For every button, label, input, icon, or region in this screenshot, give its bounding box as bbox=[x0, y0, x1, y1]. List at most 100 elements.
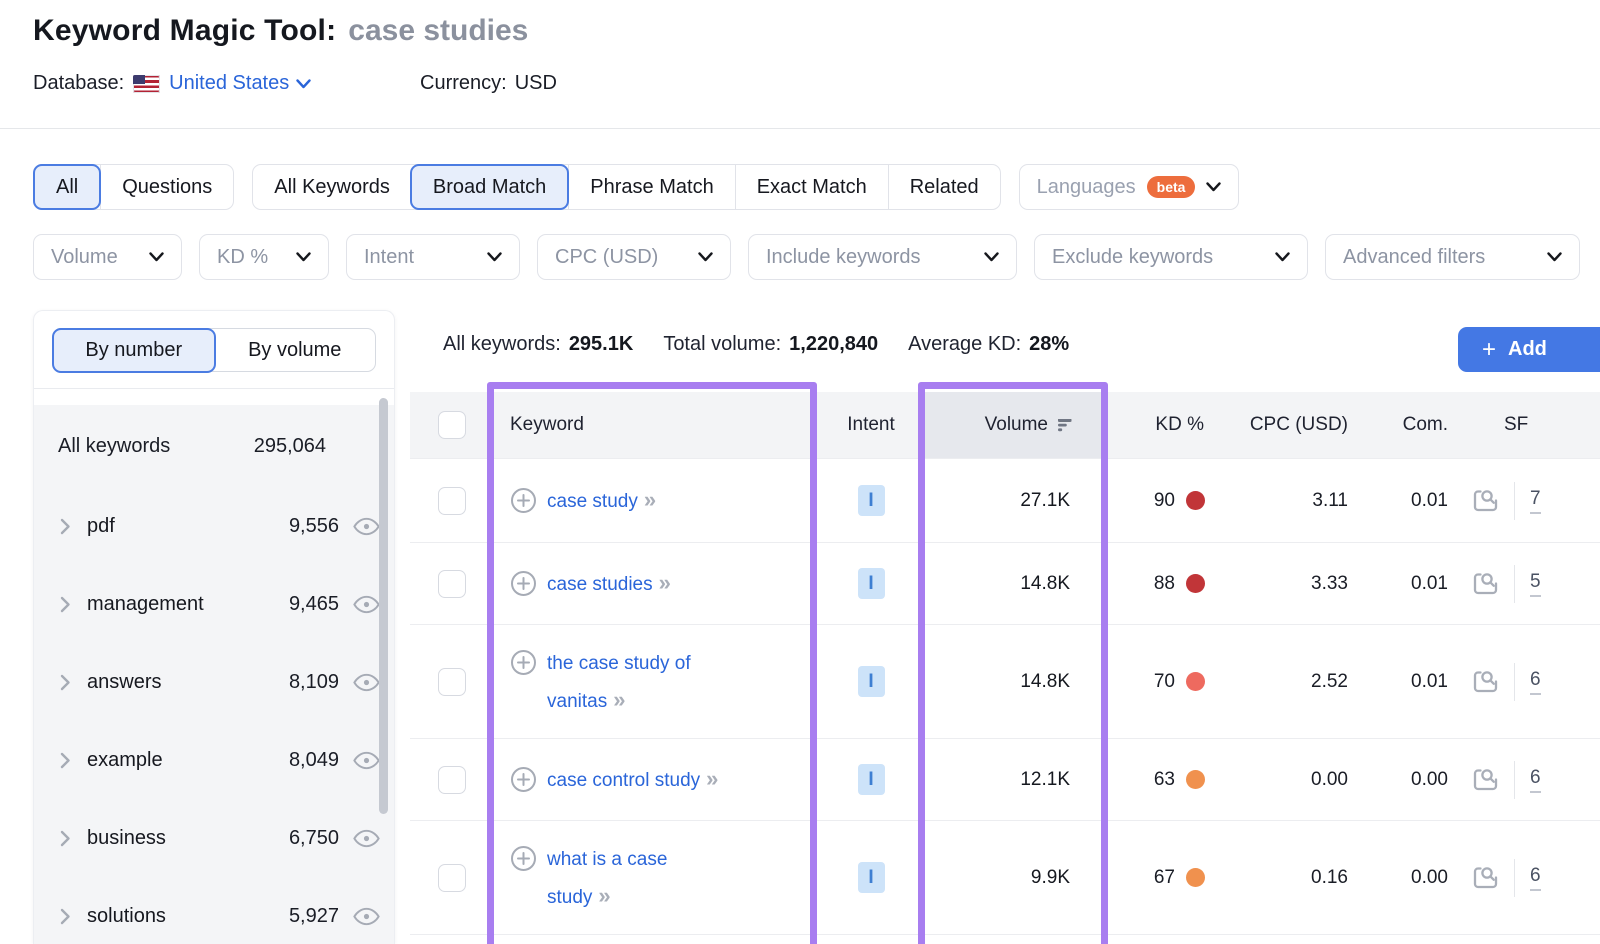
page-title: Keyword Magic Tool: case studies bbox=[33, 14, 528, 48]
group-item-example[interactable]: example 8,049 bbox=[34, 721, 394, 799]
serp-features-count[interactable]: 5 bbox=[1530, 571, 1541, 597]
filter-cpc[interactable]: CPC (USD) bbox=[537, 234, 731, 280]
column-header-intent[interactable]: Intent bbox=[820, 392, 922, 458]
tab-phrase-match[interactable]: Phrase Match bbox=[568, 165, 734, 209]
filter-include-keywords[interactable]: Include keywords bbox=[748, 234, 1017, 280]
group-item-management[interactable]: management 9,465 bbox=[34, 565, 394, 643]
serp-features-count[interactable]: 6 bbox=[1530, 669, 1541, 695]
sf-divider bbox=[1514, 663, 1515, 701]
eye-icon[interactable] bbox=[353, 751, 380, 770]
filter-exclude-keywords[interactable]: Exclude keywords bbox=[1034, 234, 1308, 280]
add-keyword-icon[interactable] bbox=[510, 766, 537, 793]
expand-keyword-icon[interactable]: » bbox=[644, 487, 654, 512]
eye-icon[interactable] bbox=[353, 517, 380, 536]
row-checkbox[interactable] bbox=[438, 487, 466, 515]
tab-exact-match[interactable]: Exact Match bbox=[735, 165, 888, 209]
tab-all-keywords[interactable]: All Keywords bbox=[253, 165, 411, 209]
eye-icon[interactable] bbox=[353, 673, 380, 692]
group-label: management bbox=[87, 593, 204, 616]
stat-label: Average KD: bbox=[908, 333, 1021, 356]
volume-value: 14.8K bbox=[922, 543, 1108, 624]
column-header-cpc[interactable]: CPC (USD) bbox=[1212, 392, 1354, 458]
serp-features-count[interactable]: 7 bbox=[1530, 488, 1541, 514]
stat-label: All keywords: bbox=[443, 333, 561, 356]
cpc-value: 0.00 bbox=[1212, 739, 1354, 820]
filter-advanced[interactable]: Advanced filters bbox=[1325, 234, 1580, 280]
chevron-right-icon bbox=[60, 674, 71, 691]
database-selector[interactable]: United States bbox=[169, 72, 311, 95]
serp-preview-icon[interactable] bbox=[1472, 865, 1499, 890]
languages-dropdown[interactable]: Languages beta bbox=[1019, 164, 1240, 210]
chevron-right-icon bbox=[60, 752, 71, 769]
toggle-by-number[interactable]: By number bbox=[52, 328, 217, 373]
row-checkbox[interactable] bbox=[438, 766, 466, 794]
keyword-link[interactable]: case control study bbox=[547, 770, 700, 791]
eye-icon[interactable] bbox=[353, 595, 380, 614]
table-row: case studies» I 14.8K 88 3.33 0.01 5 bbox=[410, 542, 1600, 624]
row-checkbox[interactable] bbox=[438, 570, 466, 598]
tab-broad-match[interactable]: Broad Match bbox=[410, 164, 569, 210]
kd-difficulty-dot bbox=[1186, 491, 1205, 510]
serp-preview-icon[interactable] bbox=[1472, 488, 1499, 513]
sort-descending-icon bbox=[1058, 418, 1074, 432]
group-item-answers[interactable]: answers 8,109 bbox=[34, 643, 394, 721]
filter-volume[interactable]: Volume bbox=[33, 234, 182, 280]
group-item-business[interactable]: business 6,750 bbox=[34, 799, 394, 877]
expand-keyword-icon[interactable]: » bbox=[659, 570, 669, 595]
serp-preview-icon[interactable] bbox=[1472, 669, 1499, 694]
chevron-down-icon bbox=[984, 252, 999, 262]
keyword-group-list: All keywords 295,064 pdf 9,556 managemen… bbox=[34, 405, 394, 944]
serp-preview-icon[interactable] bbox=[1472, 767, 1499, 792]
add-keyword-icon[interactable] bbox=[510, 649, 537, 676]
column-header-sf[interactable]: SF bbox=[1454, 392, 1600, 458]
currency-value: USD bbox=[515, 72, 557, 95]
keyword-link[interactable]: case studies bbox=[547, 574, 653, 595]
serp-features-count[interactable]: 6 bbox=[1530, 767, 1541, 793]
keyword-link[interactable]: case study bbox=[547, 491, 638, 512]
group-item-solutions[interactable]: solutions 5,927 bbox=[34, 877, 394, 944]
column-header-com[interactable]: Com. bbox=[1354, 392, 1454, 458]
filter-exclude-label: Exclude keywords bbox=[1052, 246, 1213, 269]
expand-keyword-icon[interactable]: » bbox=[598, 883, 608, 908]
kd-value: 90 bbox=[1154, 490, 1175, 512]
expand-keyword-icon[interactable]: » bbox=[613, 687, 623, 712]
column-header-keyword[interactable]: Keyword bbox=[494, 392, 820, 458]
toggle-by-volume[interactable]: By volume bbox=[215, 329, 376, 371]
group-sort-toggle: By number By volume bbox=[52, 328, 376, 372]
select-all-checkbox[interactable] bbox=[438, 411, 466, 439]
cpc-value: 3.33 bbox=[1212, 543, 1354, 624]
group-item-all-keywords[interactable]: All keywords 295,064 bbox=[34, 405, 394, 487]
chevron-down-icon bbox=[296, 79, 311, 89]
add-keywords-button[interactable]: + Add bbox=[1458, 327, 1600, 372]
column-header-kd[interactable]: KD % bbox=[1108, 392, 1212, 458]
intent-badge-informational: I bbox=[858, 764, 885, 795]
column-header-volume[interactable]: Volume bbox=[922, 392, 1108, 458]
add-keyword-icon[interactable] bbox=[510, 570, 537, 597]
volume-header-label: Volume bbox=[985, 414, 1048, 436]
stat-value: 1,220,840 bbox=[789, 333, 878, 356]
row-checkbox[interactable] bbox=[438, 864, 466, 892]
tab-related[interactable]: Related bbox=[888, 165, 1000, 209]
filter-kd[interactable]: KD % bbox=[199, 234, 329, 280]
group-count: 295,064 bbox=[254, 435, 326, 458]
expand-keyword-icon[interactable]: » bbox=[706, 766, 716, 791]
kd-value: 67 bbox=[1154, 867, 1175, 889]
intent-badge-informational: I bbox=[858, 568, 885, 599]
kd-difficulty-dot bbox=[1186, 672, 1205, 691]
serp-preview-icon[interactable] bbox=[1472, 571, 1499, 596]
sidebar-scrollbar[interactable] bbox=[379, 398, 388, 814]
tab-all[interactable]: All bbox=[33, 164, 101, 210]
serp-features-count[interactable]: 6 bbox=[1530, 865, 1541, 891]
filter-intent[interactable]: Intent bbox=[346, 234, 520, 280]
partial-next-row bbox=[410, 934, 1600, 944]
row-checkbox[interactable] bbox=[438, 668, 466, 696]
eye-icon[interactable] bbox=[353, 829, 380, 848]
group-item-pdf[interactable]: pdf 9,556 bbox=[34, 487, 394, 565]
com-value: 0.01 bbox=[1354, 543, 1454, 624]
add-keyword-icon[interactable] bbox=[510, 487, 537, 514]
add-keyword-icon[interactable] bbox=[510, 845, 537, 872]
eye-icon[interactable] bbox=[353, 907, 380, 926]
us-flag-icon bbox=[133, 75, 160, 93]
stat-all-keywords: All keywords: 295.1K bbox=[443, 333, 633, 356]
tab-questions[interactable]: Questions bbox=[100, 165, 233, 209]
